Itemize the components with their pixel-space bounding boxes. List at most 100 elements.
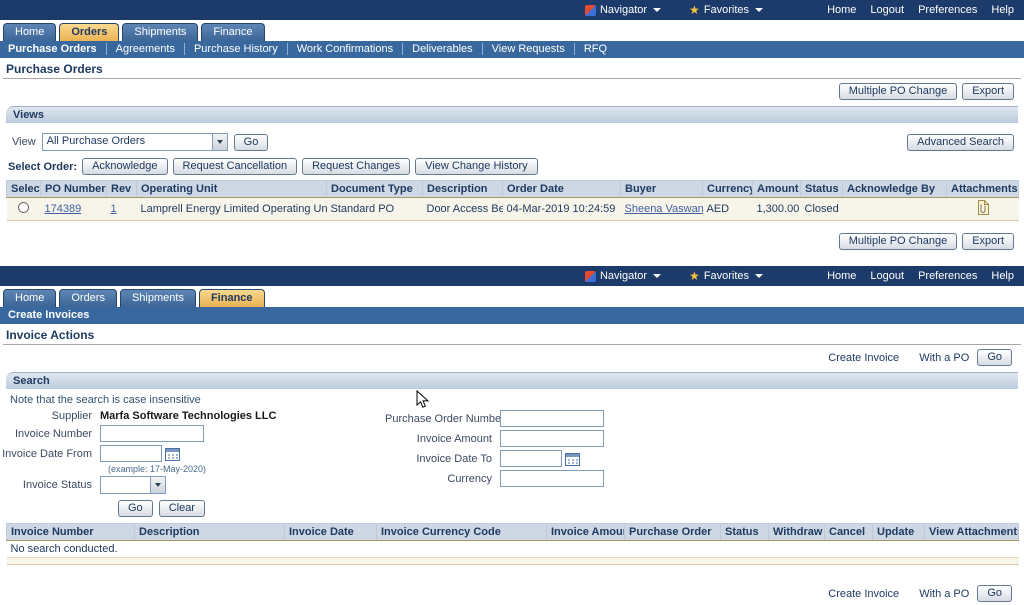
attachment-icon[interactable] (976, 200, 989, 218)
chevron-down-icon (653, 274, 662, 278)
navigator-label: Navigator (599, 4, 648, 16)
col-select: Select (6, 180, 41, 198)
col-invoice-date: Invoice Date (284, 523, 377, 541)
dropdown-arrow-icon (150, 477, 165, 493)
export-button-bottom[interactable]: Export (962, 233, 1014, 250)
po-number-link[interactable]: 174389 (45, 203, 82, 215)
home-link[interactable]: Home (827, 4, 856, 16)
tab-finance[interactable]: Finance (201, 23, 265, 41)
create-invoice-go-button-bottom[interactable]: Go (977, 585, 1012, 602)
create-invoice-row-bottom: Create Invoice With a PO Go (0, 581, 1024, 605)
subnav-agreements[interactable]: Agreements (105, 43, 175, 55)
subnav-rfq[interactable]: RFQ (573, 43, 607, 55)
invoice-date-from-label: Invoice Date From (2, 447, 92, 460)
calendar-icon[interactable] (565, 452, 580, 466)
search-section-header: Search (6, 372, 1018, 389)
currency-label: Currency (447, 472, 492, 485)
rev-link[interactable]: 1 (111, 203, 117, 215)
export-button[interactable]: Export (962, 83, 1014, 100)
logout-link[interactable]: Logout (870, 270, 904, 282)
currency-input[interactable] (500, 470, 604, 487)
invoice-number-input[interactable] (100, 425, 204, 442)
col-update: Update (872, 523, 925, 541)
operating-unit-cell: Lamprell Energy Limited Operating Unit (136, 197, 327, 221)
view-select[interactable]: All Purchase Orders (41, 133, 228, 151)
logout-link[interactable]: Logout (870, 4, 904, 16)
chevron-down-icon (755, 8, 764, 12)
acknowledge-button[interactable]: Acknowledge (82, 158, 168, 175)
with-a-po-label: With a PO (919, 351, 970, 364)
mouse-cursor (416, 390, 429, 408)
invoice-amount-input[interactable] (500, 430, 604, 447)
col-invoice-currency-code: Invoice Currency Code (376, 523, 547, 541)
navigator-menu[interactable]: Navigator (584, 270, 662, 282)
help-link[interactable]: Help (991, 4, 1014, 16)
search-go-button[interactable]: Go (118, 500, 153, 517)
tab-home[interactable]: Home (3, 23, 57, 41)
create-invoice-go-button[interactable]: Go (977, 349, 1012, 366)
purchase-order-number-label: Purchase Order Number (385, 412, 505, 425)
request-changes-button[interactable]: Request Changes (302, 158, 411, 175)
calendar-icon[interactable] (165, 447, 180, 461)
subnav-purchase-history[interactable]: Purchase History (183, 43, 278, 55)
col-currency: Currency (702, 180, 753, 198)
global-links: Home Logout Preferences Help (827, 270, 1014, 282)
tab-orders[interactable]: Orders (59, 289, 117, 307)
select-radio[interactable] (18, 202, 29, 213)
view-select-value: All Purchase Orders (46, 135, 146, 147)
home-link[interactable]: Home (827, 270, 856, 282)
col-buyer: Buyer (620, 180, 703, 198)
tab-finance[interactable]: Finance (198, 289, 265, 307)
subnav-purchase-orders[interactable]: Purchase Orders (8, 43, 97, 55)
navigator-menu[interactable]: Navigator (584, 4, 662, 16)
views-row: View All Purchase Orders Go Advanced Sea… (0, 125, 1024, 156)
request-cancellation-button[interactable]: Request Cancellation (172, 158, 298, 175)
status-cell: Closed (800, 197, 843, 221)
table-header-row: Select PO Number Rev Operating Unit Docu… (6, 180, 1019, 198)
multiple-po-change-button[interactable]: Multiple PO Change (838, 83, 958, 100)
preferences-link[interactable]: Preferences (918, 4, 977, 16)
favorites-menu[interactable]: ★ Favorites (689, 4, 764, 16)
invoice-date-to-input[interactable] (500, 450, 562, 467)
col-description: Description (134, 523, 285, 541)
favorites-star-icon: ★ (689, 269, 700, 283)
buyer-link[interactable]: Sheena Vaswani (625, 203, 703, 215)
col-document-type: Document Type (326, 180, 423, 198)
col-purchase-order: Purchase Order (624, 523, 721, 541)
col-order-date: Order Date (502, 180, 621, 198)
invoice-date-from-input[interactable] (100, 445, 162, 462)
help-link[interactable]: Help (991, 270, 1014, 282)
purchase-order-number-input[interactable] (500, 410, 604, 427)
tab-home[interactable]: Home (3, 289, 57, 307)
views-go-button[interactable]: Go (233, 133, 269, 151)
create-invoice-row-top: Create Invoice With a PO Go (0, 345, 1024, 369)
advanced-search-button[interactable]: Advanced Search (907, 133, 1014, 151)
col-amount: Amount (752, 180, 801, 198)
col-status: Status (720, 523, 769, 541)
preferences-link[interactable]: Preferences (918, 270, 977, 282)
order-date-cell: 04-Mar-2019 10:24:59 (502, 197, 621, 221)
page-title: Purchase Orders (6, 62, 103, 76)
document-type-cell: Standard PO (326, 197, 423, 221)
invoice-status-label: Invoice Status (22, 479, 92, 491)
subnav-work-confirmations[interactable]: Work Confirmations (286, 43, 393, 55)
create-invoice-label: Create Invoice (828, 351, 900, 364)
search-clear-button[interactable]: Clear (158, 500, 205, 517)
view-label: View (12, 136, 36, 148)
tab-shipments[interactable]: Shipments (119, 289, 196, 307)
date-format-hint: (example: 17-May-2020) (108, 464, 207, 474)
view-change-history-button[interactable]: View Change History (415, 158, 538, 175)
dropdown-arrow-icon (211, 134, 227, 150)
tab-orders[interactable]: Orders (59, 23, 120, 41)
col-cancel: Cancel (824, 523, 873, 541)
favorites-label: Favorites (703, 4, 750, 16)
multiple-po-change-button-bottom[interactable]: Multiple PO Change (838, 233, 958, 250)
invoice-status-value (101, 477, 150, 493)
orders-subnav: Purchase Orders Agreements Purchase Hist… (0, 41, 1024, 58)
invoice-status-select[interactable] (100, 476, 166, 494)
subnav-view-requests[interactable]: View Requests (481, 43, 565, 55)
tab-shipments[interactable]: Shipments (122, 23, 199, 41)
favorites-menu[interactable]: ★ Favorites (689, 269, 764, 283)
subnav-deliverables[interactable]: Deliverables (402, 43, 473, 55)
views-section-header: Views (6, 106, 1018, 123)
